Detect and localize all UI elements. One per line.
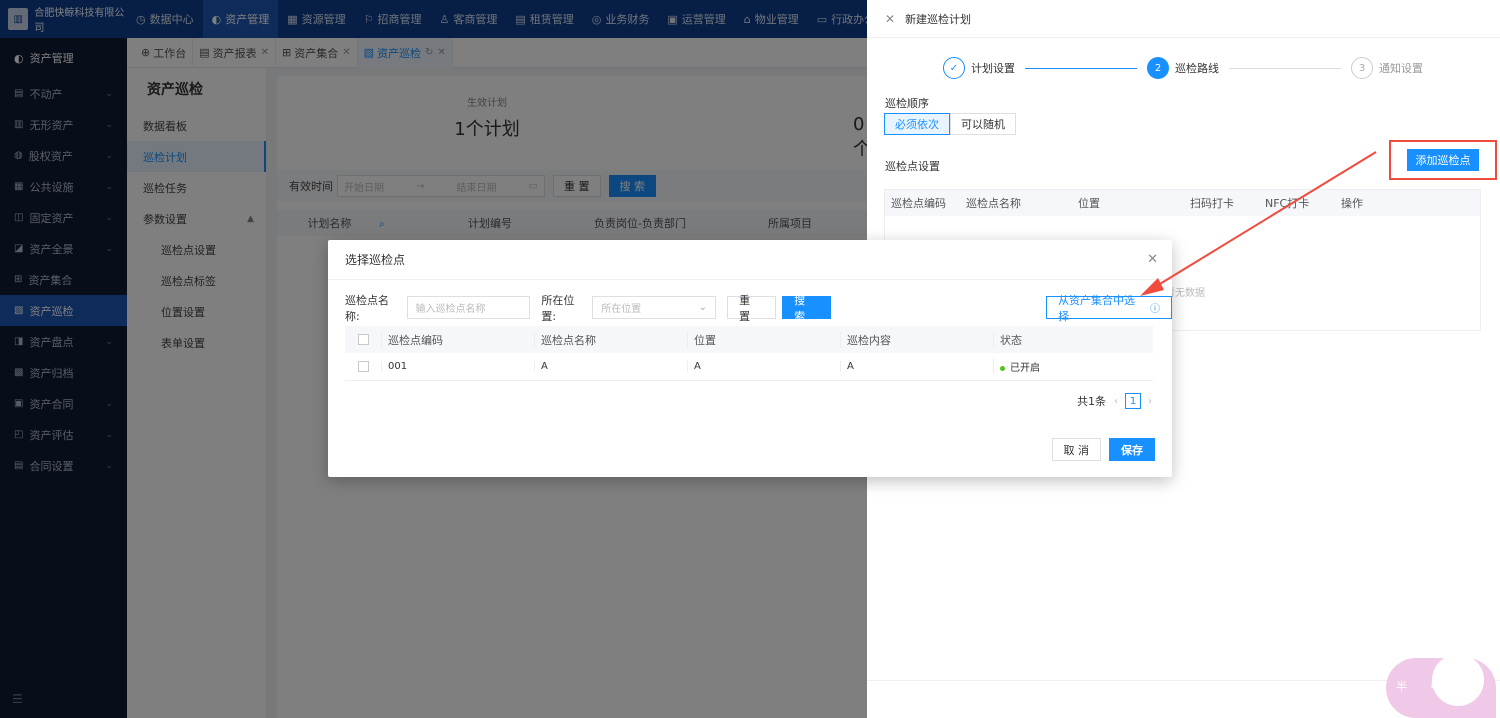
select-all-checkbox[interactable]: [357, 334, 369, 345]
order-random-option[interactable]: 可以随机: [950, 113, 1016, 135]
highlight-box: 添加巡检点: [1389, 140, 1497, 180]
drawer-title: 新建巡检计划: [905, 12, 972, 26]
total-count: 共1条: [1077, 395, 1106, 408]
modal-footer: 取 消 保存: [1051, 438, 1155, 461]
mascot-widget[interactable]: 半 中: [1386, 648, 1500, 718]
close-icon[interactable]: ✕: [1147, 252, 1158, 267]
status-dot-icon: [1000, 365, 1005, 371]
cancel-button[interactable]: 取 消: [1051, 438, 1101, 461]
modal-header: 选择巡检点 ✕: [328, 240, 1172, 280]
pagination: 共1条 ‹ 1 ›: [1077, 393, 1155, 409]
points-table-header: 巡检点编码 巡检点名称 位置 扫码打卡 NFC打卡 操作: [885, 190, 1480, 216]
modal-filter-row: 巡检点名称: 输入巡检点名称 所在位置: 所在位置 ⌄ 重 置 搜 索 从资产集…: [345, 294, 1172, 323]
point-name-input[interactable]: 输入巡检点名称: [406, 296, 531, 319]
modal-search-button[interactable]: 搜 索: [782, 294, 832, 323]
save-button[interactable]: 保存: [1109, 438, 1155, 461]
add-point-button[interactable]: 添加巡检点: [1407, 149, 1479, 171]
step-1-label: 计划设置: [971, 62, 1015, 75]
step-3-number: 3: [1351, 57, 1373, 79]
drawer-header: ✕ 新建巡检计划: [867, 0, 1500, 38]
table-row[interactable]: 001 A A A 已开启: [345, 353, 1153, 381]
step-2-number: 2: [1147, 57, 1169, 79]
location-select[interactable]: 所在位置 ⌄: [592, 296, 717, 319]
order-label: 巡检顺序: [885, 97, 929, 110]
step-indicator: ✓ 计划设置 2 巡检路线 3 通知设置: [943, 56, 1443, 80]
order-sequential-option[interactable]: 必须依次: [884, 113, 950, 135]
points-label: 巡检点设置: [885, 160, 940, 173]
close-icon[interactable]: ✕: [885, 12, 895, 26]
modal-title: 选择巡检点: [345, 253, 406, 267]
step-2-label: 巡检路线: [1175, 62, 1219, 75]
prev-page-icon[interactable]: ‹: [1114, 396, 1118, 407]
order-toggle: 必须依次 可以随机: [884, 113, 1016, 135]
table-header: 巡检点编码 巡检点名称 位置 巡检内容 状态: [345, 326, 1153, 353]
step-connector: [1229, 67, 1341, 69]
step-3-label: 通知设置: [1379, 62, 1423, 75]
modal-reset-button[interactable]: 重 置: [727, 294, 777, 323]
page-number[interactable]: 1: [1125, 393, 1141, 409]
help-icon: ⓘ: [1150, 304, 1160, 315]
from-collection-button[interactable]: 从资产集合中选择 ⓘ: [1046, 294, 1172, 323]
select-point-modal: 选择巡检点 ✕ 巡检点名称: 输入巡检点名称 所在位置: 所在位置 ⌄ 重 置 …: [328, 240, 1172, 477]
status-badge: 已开启: [993, 359, 1147, 374]
step-connector: [1025, 67, 1137, 69]
next-page-icon[interactable]: ›: [1148, 396, 1152, 407]
points-select-table: 巡检点编码 巡检点名称 位置 巡检内容 状态 001 A A A 已开启: [345, 326, 1153, 381]
step-1-check-icon: ✓: [943, 57, 965, 79]
chevron-down-icon: ⌄: [698, 302, 708, 313]
row-checkbox[interactable]: [357, 361, 369, 372]
